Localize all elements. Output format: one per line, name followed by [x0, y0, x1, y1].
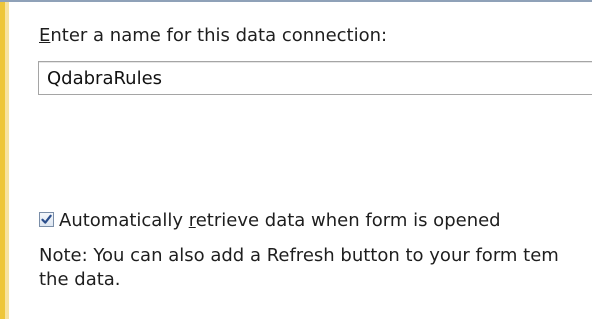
connection-name-input[interactable]	[38, 61, 592, 95]
connection-name-label-text: nter a name for this data connection:	[50, 25, 388, 46]
auto-retrieve-label-after: etrieve data when form is opened	[195, 210, 501, 231]
auto-retrieve-access-key: r	[188, 210, 196, 231]
wizard-content: Enter a name for this data connection: A…	[38, 25, 592, 319]
top-divider	[0, 0, 592, 2]
auto-retrieve-label[interactable]: Automatically retrieve data when form is…	[59, 210, 501, 232]
checkmark-icon	[41, 214, 52, 224]
connection-name-label: Enter a name for this data connection:	[39, 25, 387, 47]
data-connection-wizard-page: Enter a name for this data connection: A…	[0, 0, 592, 319]
refresh-note-line-2: the data.	[39, 269, 121, 290]
auto-retrieve-checkbox[interactable]	[39, 212, 54, 227]
refresh-note-line-1: Note: You can also add a Refresh button …	[39, 245, 559, 266]
wizard-accent-bar-fade	[5, 2, 9, 319]
refresh-note: Note: You can also add a Refresh button …	[39, 244, 592, 292]
auto-retrieve-label-before: Automatically	[59, 210, 189, 231]
connection-name-access-key: E	[39, 25, 51, 46]
